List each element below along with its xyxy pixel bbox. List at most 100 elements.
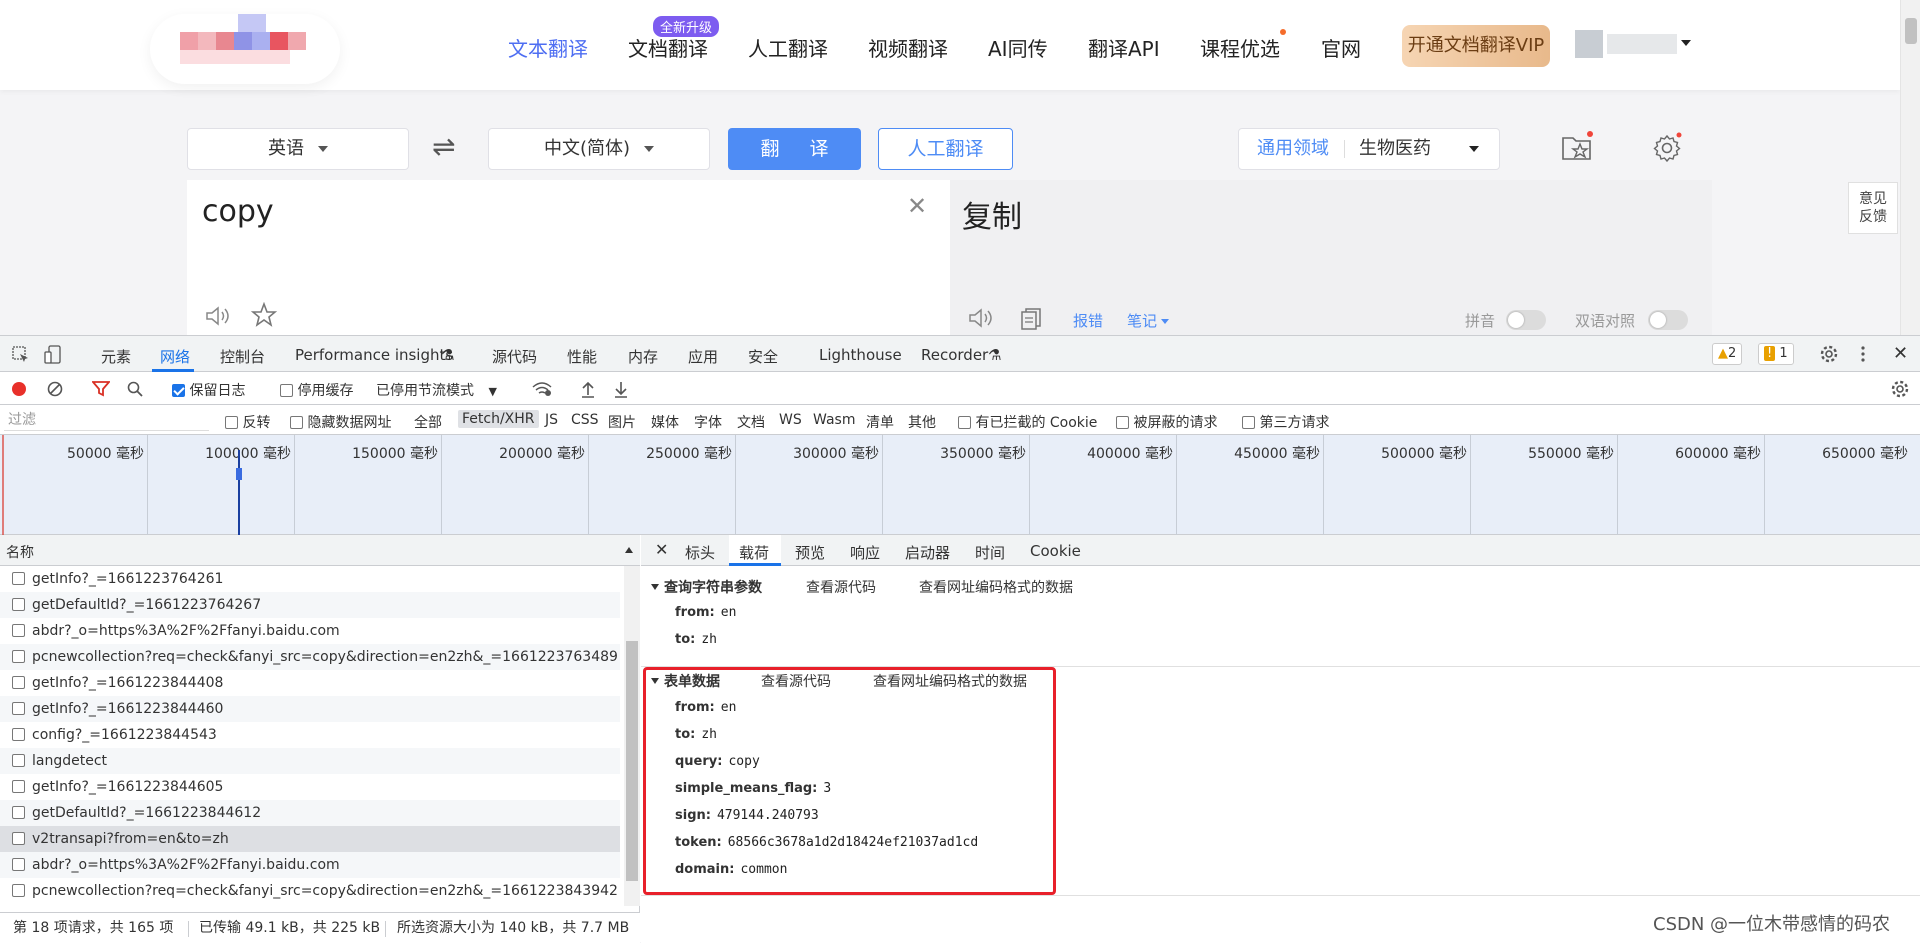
source-text[interactable]: copy bbox=[202, 194, 274, 229]
third-party-checkbox[interactable]: 第三方请求 bbox=[1242, 412, 1329, 432]
tab-recorder[interactable]: Recorder bbox=[921, 346, 988, 364]
tab-headers[interactable]: 标头 bbox=[685, 542, 715, 563]
search-icon[interactable] bbox=[127, 381, 143, 397]
source-text-pane[interactable]: copy ✕ bbox=[187, 180, 950, 335]
tab-preview[interactable]: 预览 bbox=[795, 542, 825, 563]
network-conditions-icon[interactable] bbox=[532, 381, 552, 397]
notes-dropdown[interactable]: 笔记 bbox=[1127, 310, 1170, 331]
filter-type-wasm[interactable]: Wasm bbox=[813, 412, 855, 428]
table-row[interactable]: abdr?_o=https%3A%2F%2Ffanyi.baidu.com bbox=[0, 852, 620, 878]
device-toolbar-icon[interactable] bbox=[44, 345, 62, 365]
clear-log-icon[interactable] bbox=[47, 381, 63, 397]
more-options-icon[interactable] bbox=[1860, 345, 1866, 363]
filter-type-font[interactable]: 字体 bbox=[694, 412, 722, 432]
table-row-selected[interactable]: v2transapi?from=en&to=zh bbox=[0, 826, 620, 852]
export-har-icon[interactable] bbox=[613, 380, 629, 398]
filter-input[interactable]: 过滤 bbox=[4, 409, 209, 431]
star-icon[interactable] bbox=[251, 302, 277, 328]
hide-data-urls-checkbox[interactable]: 隐藏数据网址 bbox=[290, 412, 391, 432]
close-icon[interactable]: ✕ bbox=[1893, 343, 1908, 364]
domain-select[interactable]: 通用领域 生物医药 bbox=[1238, 128, 1500, 170]
disable-cache-checkbox[interactable]: 停用缓存 bbox=[280, 380, 353, 400]
filter-icon[interactable] bbox=[92, 381, 110, 397]
close-icon[interactable]: ✕ bbox=[655, 540, 668, 559]
pinyin-toggle[interactable] bbox=[1506, 310, 1546, 330]
blocked-requests-checkbox[interactable]: 被屏蔽的请求 bbox=[1116, 412, 1217, 432]
nav-video-translate[interactable]: 视频翻译 bbox=[868, 33, 948, 62]
clear-icon[interactable]: ✕ bbox=[907, 192, 927, 220]
human-translate-button[interactable]: 人工翻译 bbox=[878, 128, 1013, 170]
blocked-cookies-checkbox[interactable]: 有已拦截的 Cookie bbox=[958, 412, 1097, 432]
tab-application[interactable]: 应用 bbox=[688, 346, 718, 367]
record-icon[interactable] bbox=[11, 381, 27, 397]
preserve-log-checkbox[interactable]: 保留日志 bbox=[172, 380, 245, 400]
tab-cookies[interactable]: Cookie bbox=[1030, 542, 1081, 560]
tab-timing[interactable]: 时间 bbox=[975, 542, 1005, 563]
warnings-badge[interactable]: ▲2 bbox=[1712, 343, 1743, 365]
inspect-element-icon[interactable] bbox=[12, 346, 30, 364]
table-row[interactable]: langdetect bbox=[0, 748, 620, 774]
tab-payload[interactable]: 载荷 bbox=[739, 542, 769, 563]
filter-type-ws[interactable]: WS bbox=[779, 412, 802, 428]
network-overview-timeline[interactable]: 50000 毫秒 100000 毫秒 150000 毫秒 200000 毫秒 2… bbox=[0, 435, 1920, 535]
tab-sources[interactable]: 源代码 bbox=[492, 346, 537, 367]
source-language-select[interactable]: 英语 bbox=[187, 128, 409, 170]
table-row[interactable]: getInfo?_=1661223764261 bbox=[0, 566, 620, 592]
tab-performance[interactable]: 性能 bbox=[567, 346, 597, 367]
report-error-link[interactable]: 报错 bbox=[1073, 310, 1103, 331]
site-logo[interactable] bbox=[150, 14, 340, 84]
translate-button[interactable]: 翻 译 bbox=[728, 128, 861, 170]
copy-icon[interactable] bbox=[1020, 307, 1042, 331]
filter-type-other[interactable]: 其他 bbox=[908, 412, 936, 432]
tab-lighthouse[interactable]: Lighthouse bbox=[819, 346, 902, 364]
nav-ai-interpret[interactable]: AI同传 bbox=[988, 33, 1048, 62]
view-source-link[interactable]: 查看源代码 bbox=[806, 577, 876, 597]
filter-type-js[interactable]: JS bbox=[545, 412, 558, 428]
settings-gear-icon[interactable] bbox=[1652, 132, 1682, 162]
target-language-select[interactable]: 中文(简体) bbox=[488, 128, 710, 170]
settings-gear-icon[interactable] bbox=[1820, 345, 1838, 363]
bilingual-toggle[interactable] bbox=[1648, 310, 1688, 330]
filter-type-all[interactable]: 全部 bbox=[414, 412, 442, 432]
nav-translate-api[interactable]: 翻译API bbox=[1088, 33, 1160, 62]
table-row[interactable]: getInfo?_=1661223844408 bbox=[0, 670, 620, 696]
nav-doc-translate[interactable]: 文档翻译 bbox=[628, 33, 708, 62]
filter-type-manifest[interactable]: 清单 bbox=[866, 412, 894, 432]
tab-performance-insights[interactable]: Performance insights bbox=[295, 346, 453, 364]
favorites-icon[interactable] bbox=[1560, 130, 1594, 164]
speaker-icon[interactable] bbox=[205, 305, 231, 327]
table-row[interactable]: getInfo?_=1661223844605 bbox=[0, 774, 620, 800]
table-row[interactable]: abdr?_o=https%3A%2F%2Ffanyi.baidu.com bbox=[0, 618, 620, 644]
filter-type-doc[interactable]: 文档 bbox=[737, 412, 765, 432]
table-row[interactable]: getInfo?_=1661223844460 bbox=[0, 696, 620, 722]
name-column-header[interactable]: 名称 bbox=[0, 535, 640, 566]
nav-official-site[interactable]: 官网 bbox=[1321, 33, 1361, 62]
filter-type-media[interactable]: 媒体 bbox=[651, 412, 679, 432]
swap-languages-icon[interactable]: ⇌ bbox=[432, 130, 455, 163]
feedback-button[interactable]: 意见 反馈 bbox=[1848, 182, 1898, 234]
table-row[interactable]: config?_=1661223844543 bbox=[0, 722, 620, 748]
query-params-header[interactable]: 查询字符串参数 bbox=[651, 577, 762, 597]
table-row[interactable]: getDefaultId?_=1661223844612 bbox=[0, 800, 620, 826]
tab-console[interactable]: 控制台 bbox=[220, 346, 265, 367]
filter-type-css[interactable]: CSS bbox=[571, 412, 599, 428]
page-scrollbar[interactable] bbox=[1900, 0, 1920, 335]
tab-response[interactable]: 响应 bbox=[850, 542, 880, 563]
nav-human-translate[interactable]: 人工翻译 bbox=[748, 33, 828, 62]
speaker-icon[interactable] bbox=[968, 307, 994, 329]
settings-gear-icon[interactable] bbox=[1891, 380, 1909, 398]
user-menu[interactable] bbox=[1575, 30, 1695, 62]
vip-button[interactable]: 开通文档翻译VIP bbox=[1402, 25, 1550, 67]
nav-courses[interactable]: 课程优选 bbox=[1200, 33, 1280, 62]
filter-type-img[interactable]: 图片 bbox=[608, 412, 636, 432]
tab-security[interactable]: 安全 bbox=[748, 346, 778, 367]
nav-text-translate[interactable]: 文本翻译 bbox=[508, 33, 588, 62]
tab-memory[interactable]: 内存 bbox=[628, 346, 658, 367]
tab-elements[interactable]: 元素 bbox=[101, 346, 131, 367]
filter-type-fetch-xhr[interactable]: Fetch/XHR bbox=[458, 410, 539, 428]
general-domain-label[interactable]: 通用领域 bbox=[1257, 129, 1329, 169]
invert-checkbox[interactable]: 反转 bbox=[225, 412, 270, 432]
throttling-select[interactable]: 已停用节流模式 ▼ bbox=[376, 380, 497, 400]
table-row[interactable]: pcnewcollection?req=check&fanyi_src=copy… bbox=[0, 644, 620, 670]
tab-network[interactable]: 网络 bbox=[160, 346, 190, 367]
